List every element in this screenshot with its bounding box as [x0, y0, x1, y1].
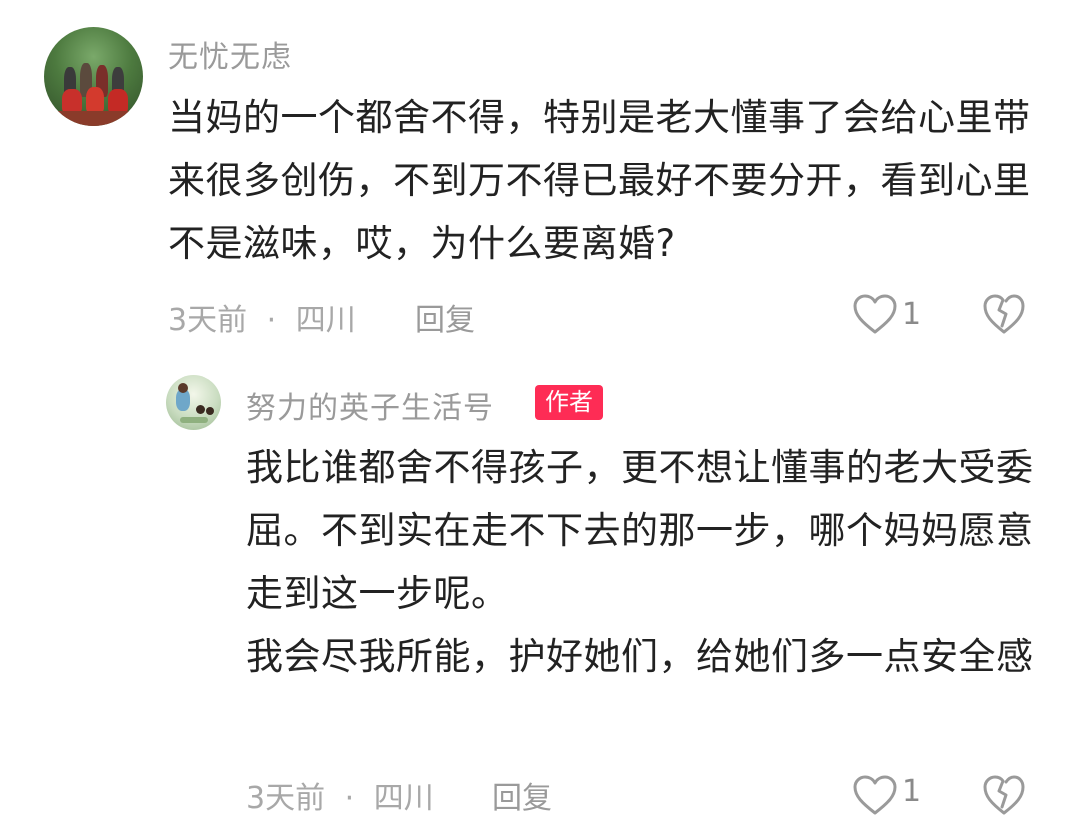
comment-username[interactable]: 无忧无虑 — [168, 32, 292, 76]
reply-meta: 3天前 · 四川 — [246, 773, 434, 817]
avatar[interactable] — [166, 375, 221, 430]
meta-separator: · — [344, 781, 355, 816]
comment-time: 3天前 — [168, 303, 248, 338]
reply-username[interactable]: 努力的英子生活号 — [246, 383, 494, 427]
heart-outline-icon[interactable] — [852, 774, 898, 816]
reply-button[interactable]: 回复 — [415, 295, 475, 339]
heart-outline-icon[interactable] — [852, 293, 898, 335]
meta-separator: · — [266, 303, 277, 338]
broken-heart-outline-icon[interactable] — [982, 293, 1026, 335]
avatar[interactable] — [44, 27, 143, 126]
like-count: 1 — [902, 774, 922, 809]
reply-button[interactable]: 回复 — [492, 773, 552, 817]
comment-meta: 3天前 · 四川 — [168, 295, 356, 339]
author-badge: 作者 — [535, 385, 603, 420]
reply-time: 3天前 — [246, 781, 326, 816]
like-count: 1 — [902, 297, 922, 332]
broken-heart-outline-icon[interactable] — [982, 774, 1026, 816]
comment-location: 四川 — [295, 303, 356, 338]
reply-text: 我比谁都舍不得孩子，更不想让懂事的老大受委屈。不到实在走不下去的那一步，哪个妈妈… — [246, 446, 1034, 678]
reply-location: 四川 — [373, 781, 434, 816]
comment-text: 当妈的一个都舍不得，特别是老大懂事了会给心里带来很多创伤，不到万不得已最好不要分… — [168, 96, 1031, 265]
